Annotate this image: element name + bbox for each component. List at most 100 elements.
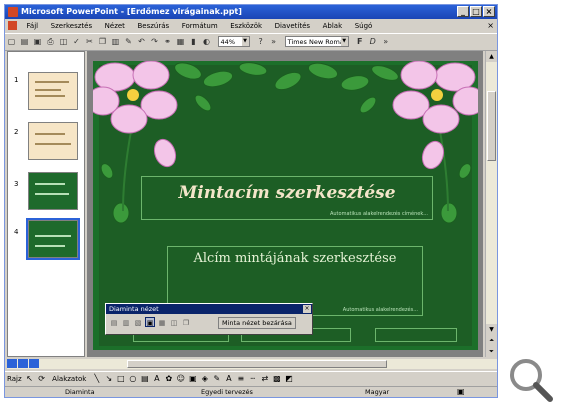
thumb-text-line [35, 95, 65, 97]
status-design: Egyedi tervezés [201, 388, 253, 396]
picture-icon[interactable]: ▣ [188, 374, 198, 384]
font-select[interactable]: Times New Roman ▼ [284, 36, 349, 47]
master-layout-icon[interactable]: ◫ [169, 318, 179, 328]
fill-color-icon[interactable]: ◈ [200, 374, 210, 384]
toolbar-title[interactable]: Diaminta nézet [106, 304, 312, 314]
slide-thumbnail-3[interactable] [28, 172, 78, 210]
normal-view-icon[interactable] [7, 359, 17, 368]
slide-sorter-icon[interactable] [18, 359, 28, 368]
menu-tools[interactable]: Eszközök [225, 20, 267, 32]
menu-insert[interactable]: Beszúrás [132, 20, 174, 32]
chart-icon[interactable]: ▮ [188, 36, 199, 47]
dash-style-icon[interactable]: ┄ [248, 374, 258, 384]
scroll-up-icon[interactable]: ▲ [486, 51, 497, 62]
document-icon[interactable] [8, 21, 17, 30]
redo-icon[interactable]: ↷ [149, 36, 160, 47]
hyperlink-icon[interactable]: ⚭ [162, 36, 173, 47]
toolbar-options-icon[interactable]: » [268, 36, 279, 47]
thumb-text-line [35, 245, 65, 247]
next-slide-icon[interactable]: ⏷ [486, 346, 497, 357]
menu-help[interactable]: Súgó [350, 20, 378, 32]
font-color-icon[interactable]: A [224, 374, 234, 384]
copy-icon[interactable]: ❐ [97, 36, 108, 47]
previous-slide-icon[interactable]: ⏶ [486, 335, 497, 346]
more-options-icon[interactable]: » [380, 36, 391, 47]
insert-title-master-icon[interactable]: ▥ [121, 318, 131, 328]
zoom-select[interactable]: 44% ▼ [217, 36, 250, 47]
slide-thumbnail-2[interactable] [28, 122, 78, 160]
format-painter-icon[interactable]: ✎ [123, 36, 134, 47]
menu-slideshow[interactable]: Diavetítés [270, 20, 315, 32]
spelling-icon[interactable]: ✓ [71, 36, 82, 47]
slide-number: 4 [14, 228, 19, 236]
save-icon[interactable]: ▣ [32, 36, 43, 47]
scroll-thumb[interactable] [487, 91, 496, 161]
preserve-master-icon[interactable]: ▣ [145, 317, 155, 327]
slide-master-view-toolbar[interactable]: Diaminta nézet × ▤ ▥ ▧ ▣ ▦ ◫ ❐ Minta nézet bez… [105, 303, 313, 335]
toolbar-icons: ▤ ▥ ▧ ▣ ▦ ◫ ❐ [109, 317, 193, 328]
paste-icon[interactable]: ▥ [110, 36, 121, 47]
maximize-button[interactable]: □ [470, 6, 482, 17]
line-color-icon[interactable]: ✎ [212, 374, 222, 384]
clipart-icon[interactable]: ☺ [176, 374, 186, 384]
rename-master-icon[interactable]: ▦ [157, 318, 167, 328]
minimize-button[interactable]: _ [457, 6, 469, 17]
insert-slide-master-icon[interactable]: ▤ [109, 318, 119, 328]
toolbar-close-icon[interactable]: × [303, 305, 311, 313]
table-icon[interactable]: ▦ [175, 36, 186, 47]
slide-thumbnails-pane: 1 2 3 4 [7, 51, 85, 357]
menu-view[interactable]: Nézet [100, 20, 130, 32]
close-button[interactable]: × [483, 6, 495, 17]
powerpoint-app-icon [8, 7, 18, 17]
menu-edit[interactable]: Szerkesztés [46, 20, 97, 32]
zoom-value: 44% [220, 38, 235, 46]
horizontal-scrollbar[interactable] [7, 359, 497, 369]
arrow-style-icon[interactable]: ⇄ [260, 374, 270, 384]
line-style-icon[interactable]: ≡ [236, 374, 246, 384]
oval-icon[interactable]: ○ [128, 374, 138, 384]
magnifier-icon[interactable] [506, 355, 554, 403]
wordart-icon[interactable]: A [152, 374, 162, 384]
duplicate-icon[interactable]: ❐ [181, 318, 191, 328]
autoshapes-menu[interactable]: Alakzatok [50, 372, 88, 386]
draw-menu[interactable]: Rajz [5, 372, 24, 386]
menu-window[interactable]: Ablak [318, 20, 348, 32]
bold-icon[interactable]: F [354, 36, 365, 47]
new-document-icon[interactable]: ▢ [6, 36, 17, 47]
select-pointer-icon[interactable]: ↖ [25, 374, 35, 384]
grayscale-icon[interactable]: ◐ [201, 36, 212, 47]
3d-icon[interactable]: ◩ [284, 374, 294, 384]
rotate-icon[interactable]: ⟳ [37, 374, 47, 384]
cut-icon[interactable]: ✂ [84, 36, 95, 47]
title-placeholder[interactable]: Mintacím szerkesztése Automatikus alakel… [141, 176, 433, 220]
delete-master-icon[interactable]: ▧ [133, 318, 143, 328]
help-icon[interactable]: ? [255, 36, 266, 47]
toolbar-title-text: Diaminta nézet [109, 305, 159, 313]
slide-thumbnail-1[interactable] [28, 72, 78, 110]
slide-title: Mintacím szerkesztése [178, 183, 396, 203]
scroll-down-icon[interactable]: ▼ [486, 324, 497, 335]
chevron-down-icon: ▼ [340, 37, 348, 46]
thumb-text-line [35, 193, 69, 195]
vertical-scrollbar[interactable]: ▲ ▼ ⏶ ⏷ [485, 51, 497, 357]
subtitle-autolayout-label: Automatikus alakelrendezés... [342, 307, 418, 313]
line-icon[interactable]: ╲ [92, 374, 102, 384]
shadow-icon[interactable]: ▩ [272, 374, 282, 384]
print-icon[interactable]: ⎙ [45, 36, 56, 47]
menu-file[interactable]: Fájl [22, 20, 44, 32]
menu-format[interactable]: Formátum [177, 20, 223, 32]
document-close-icon[interactable]: × [487, 21, 494, 30]
diagram-icon[interactable]: ✿ [164, 374, 174, 384]
undo-icon[interactable]: ↶ [136, 36, 147, 47]
preview-icon[interactable]: ◫ [58, 36, 69, 47]
rectangle-icon[interactable]: □ [116, 374, 126, 384]
close-master-view-button[interactable]: Minta nézet bezárása [218, 317, 296, 329]
horizontal-scroll-thumb[interactable] [127, 360, 387, 368]
textbox-icon[interactable]: ▤ [140, 374, 150, 384]
slideshow-view-icon[interactable] [29, 359, 39, 368]
italic-icon[interactable]: D [367, 36, 378, 47]
slide-thumbnail-4[interactable] [26, 218, 80, 260]
open-folder-icon[interactable]: ▤ [19, 36, 30, 47]
arrow-icon[interactable]: ↘ [104, 374, 114, 384]
number-placeholder[interactable] [375, 328, 457, 342]
